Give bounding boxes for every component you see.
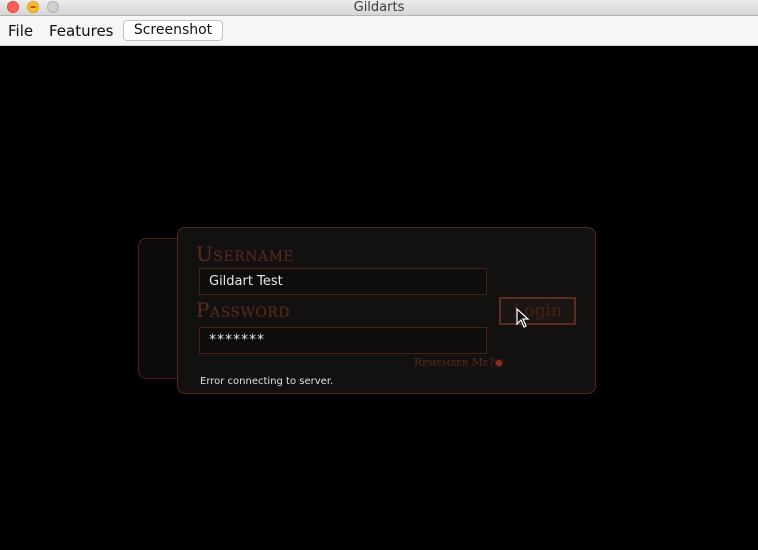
username-field[interactable]: Gildart Test (199, 268, 487, 295)
login-button[interactable]: Login (499, 297, 576, 325)
username-label: Username (196, 242, 295, 266)
window-title: Gildarts (353, 0, 405, 15)
menu-file[interactable]: File (8, 16, 33, 47)
title-bar: Gildarts (0, 0, 758, 16)
screenshot-button[interactable]: Screenshot (123, 20, 223, 41)
password-label: Password (196, 298, 291, 322)
remember-me-label: Remember Me? (414, 356, 495, 369)
mouse-cursor-icon (516, 308, 530, 328)
menu-features[interactable]: Features (49, 16, 114, 47)
remember-me-checkbox[interactable] (496, 360, 502, 366)
menu-bar: File Features Screenshot (0, 16, 758, 46)
password-field[interactable]: ******* (199, 327, 487, 354)
error-message: Error connecting to server. (200, 376, 334, 387)
login-panel: Username Gildart Test Password ******* L… (177, 227, 596, 394)
